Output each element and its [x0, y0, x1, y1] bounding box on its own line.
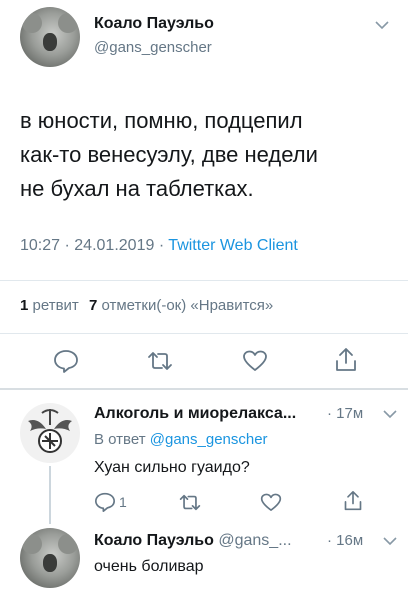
author-avatar[interactable]: [20, 7, 80, 67]
retweets-stat[interactable]: 1 ретвит: [20, 297, 83, 314]
comment-icon[interactable]: [53, 349, 79, 373]
chevron-down-icon[interactable]: [383, 536, 397, 546]
reply-count: 1: [119, 494, 127, 510]
reply-time[interactable]: · 17м: [327, 405, 363, 422]
divider: [0, 388, 408, 390]
reply2-avatar[interactable]: [20, 528, 80, 588]
retweets-count: 1: [20, 297, 29, 314]
tweet-text: в юности, помню, подцепил как-то венесуэ…: [20, 104, 318, 206]
separator: ·: [158, 237, 165, 254]
reply-text: Хуан сильно гуаидо?: [94, 459, 250, 476]
likes-label: отметки(-ок) «Нравится»: [101, 297, 274, 314]
reply2-author-handle[interactable]: @gans_...: [218, 532, 291, 549]
reply2-header: Коало Пауэльо @gans_...: [94, 532, 292, 550]
heart-icon[interactable]: [260, 493, 282, 512]
tweet-date[interactable]: 24.01.2019: [74, 237, 154, 254]
retweets-label: ретвит: [32, 297, 79, 314]
heart-icon[interactable]: [242, 350, 268, 372]
reply-to-line: В ответ @gans_genscher: [94, 431, 268, 448]
author-handle[interactable]: @gans_genscher: [94, 39, 212, 56]
divider: [0, 333, 408, 334]
share-icon[interactable]: [343, 490, 363, 512]
tweet-text-line: в юности, помню, подцепил: [20, 108, 303, 133]
chevron-down-icon[interactable]: [383, 409, 397, 419]
tweet-text-line: не бухал на таблетках.: [20, 176, 254, 201]
tweet-text-line: как-то венесуэлу, две недели: [20, 142, 318, 167]
reply-thread-line: [49, 466, 51, 524]
retweet-icon[interactable]: [146, 351, 174, 371]
tweet-stats: 1 ретвит 7 отметки(-ок) «Нравится»: [20, 297, 273, 314]
author-name[interactable]: Коало Пауэльо: [94, 15, 214, 33]
retweet-icon[interactable]: [178, 494, 202, 511]
comment-icon[interactable]: [94, 492, 116, 512]
reply2-author-name[interactable]: Коало Пауэльо: [94, 532, 214, 549]
client-link[interactable]: Twitter Web Client: [168, 237, 298, 254]
reply2-text: очень боливар: [94, 558, 204, 575]
chevron-down-icon[interactable]: [375, 20, 389, 30]
reply-to-handle[interactable]: @gans_genscher: [150, 431, 268, 448]
reply-avatar[interactable]: [20, 403, 80, 463]
tweet-meta: 10:27 · 24.01.2019 · Twitter Web Client: [20, 237, 298, 255]
share-icon[interactable]: [334, 347, 358, 373]
tweet-time[interactable]: 10:27: [20, 237, 60, 254]
reply-to-label: В ответ: [94, 431, 146, 448]
reply-author-name[interactable]: Алкоголь и миорелакса...: [94, 405, 296, 423]
likes-stat[interactable]: 7 отметки(-ок) «Нравится»: [89, 297, 273, 314]
likes-count: 7: [88, 297, 98, 314]
reply2-time[interactable]: · 16м: [327, 532, 363, 549]
divider: [0, 280, 408, 281]
separator: ·: [64, 237, 70, 254]
